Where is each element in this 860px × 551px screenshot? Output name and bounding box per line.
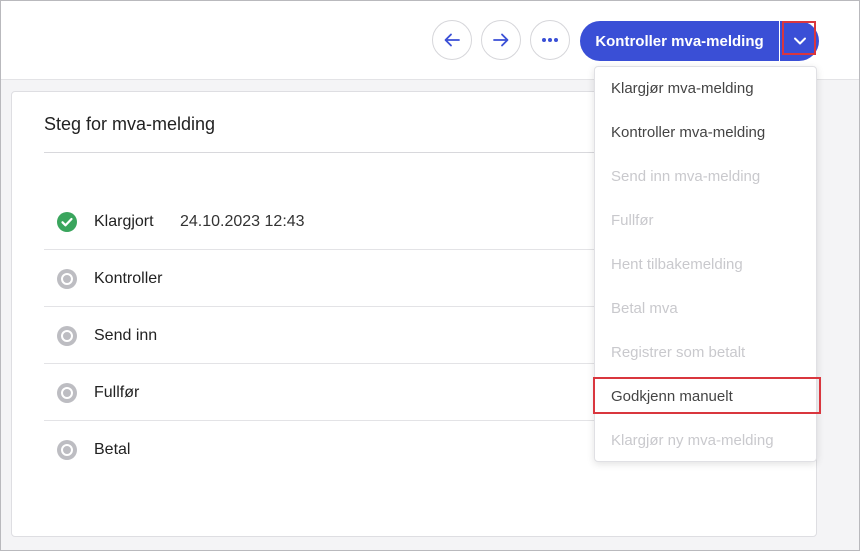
menu-item-betal-mva: Betal mva [611, 300, 678, 317]
step-label: Fullfør [94, 384, 140, 401]
card-title: Steg for mva-melding [44, 114, 216, 134]
menu-item-kontroller[interactable]: Kontroller mva-melding [611, 124, 765, 141]
menu-item-klargjor[interactable]: Klargjør mva-melding [611, 80, 754, 97]
menu-item-fullfor: Fullfør [611, 212, 654, 229]
step-timestamp: 24.10.2023 12:43 [180, 213, 305, 230]
step-label: Send inn [94, 327, 158, 344]
menu-item-registrer-betalt: Registrer som betalt [611, 344, 746, 361]
kontroller-mva-melding-button[interactable]: Kontroller mva-melding [580, 21, 779, 61]
dropdown-toggle-highlight [782, 21, 816, 55]
menu-item-hent-tilbakemelding: Hent tilbakemelding [611, 256, 743, 273]
step-label: Klargjort [94, 213, 154, 230]
primary-button-label: Kontroller mva-melding [595, 32, 764, 50]
pending-circle-icon [57, 440, 77, 460]
back-button[interactable] [432, 20, 472, 60]
menu-item-klargjor-ny: Klargjør ny mva-melding [611, 432, 774, 449]
pending-circle-icon [57, 326, 77, 346]
ellipsis-icon [542, 38, 558, 42]
more-options-button[interactable] [530, 20, 570, 60]
forward-button[interactable] [481, 20, 521, 60]
step-label: Betal [94, 441, 131, 458]
pending-circle-icon [57, 383, 77, 403]
step-label: Kontroller [94, 270, 163, 287]
check-circle-icon [57, 212, 77, 232]
menu-item-send-inn: Send inn mva-melding [611, 168, 761, 185]
arrow-left-icon [444, 33, 460, 47]
pending-circle-icon [57, 269, 77, 289]
godkjenn-manuelt-highlight [593, 377, 821, 414]
arrow-right-icon [493, 33, 509, 47]
